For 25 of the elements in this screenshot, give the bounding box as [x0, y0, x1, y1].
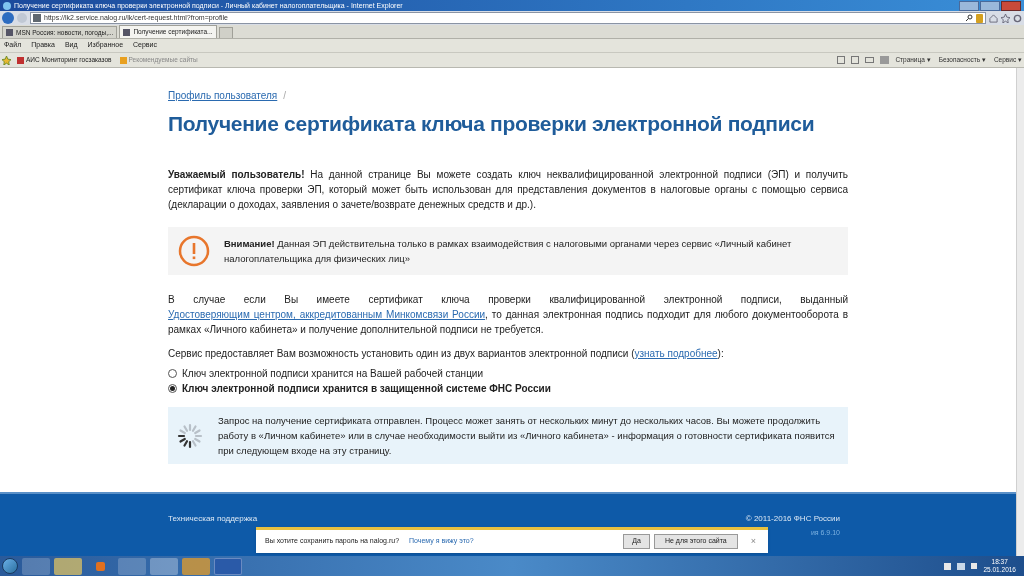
- intro-paragraph: Уважаемый пользователь! На данной странице Вы можете создать ключ неквалифицированной электронной подписи (ЭП) и получить сертификат ключа проверки ЭП, который может быть использован для представления документов в налоговые органы с помощью сервиса (декларации о доходах, заявления о зачете/возврате денежных средств и др.).: [168, 168, 848, 212]
- radio-label[interactable]: Ключ электронной подписи хранится на Вашей рабочей станции: [182, 367, 484, 380]
- copyright-text: © 2011-2016 ФНС России: [745, 513, 840, 525]
- loading-spinner-icon: [176, 421, 204, 450]
- back-button[interactable]: [2, 12, 14, 24]
- favorites-star-icon[interactable]: [2, 55, 11, 65]
- breadcrumb-separator: /: [283, 89, 287, 103]
- info-text: Запрос на получение сертификата отправлен. Процесс может занять от нескольких минут до нескольких часов. Вы можете продолжить работу в «Личном кабинете» или в случае необходимости выйти из «Личного кабинета» - информация о готовности сертификата появится при следующем входе на эту страницу.: [218, 414, 836, 458]
- support-link[interactable]: Техническая поддержка: [168, 513, 258, 525]
- start-button[interactable]: [2, 558, 18, 574]
- radio-button[interactable]: [168, 369, 177, 378]
- breadcrumb-link[interactable]: Профиль пользователя: [168, 88, 278, 103]
- close-button[interactable]: ×: [747, 534, 759, 549]
- new-tab-button[interactable]: [218, 27, 233, 38]
- warning-text: Внимание! Данная ЭП действительна только в рамках взаимодействия с налоговыми органами через сервис «Личный кабинет налогоплательщика для физических лиц»: [224, 237, 793, 266]
- browser-icon: [3, 1, 11, 10]
- radio-label[interactable]: Ключ электронной подписи хранится в защищенной системе ФНС России: [182, 382, 551, 395]
- settings-icon[interactable]: [1013, 13, 1022, 23]
- close-button[interactable]: [1001, 0, 1021, 11]
- page-heading: Получение сертификата ключа проверки электронной подписи: [168, 111, 816, 137]
- star-icon[interactable]: [1001, 13, 1010, 23]
- exclamation-icon: [178, 235, 210, 267]
- radio-button[interactable]: [168, 384, 177, 393]
- qualified-paragraph: В случае если Вы имеете сертификат ключа проверки квалифицированной электронной подписи, выданный Удостоверяющим центром, аккредитованным Минкомсвязи России, то данная электронная подпись подходит для любого документооборота в рамках «Личного кабинета» и получение дополнительной подписи не требуется.: [168, 293, 848, 337]
- variants-paragraph: Сервис предоставляет Вам возможность установить один из двух вариантов электронной подписи (узнать подробнее):: [168, 347, 725, 361]
